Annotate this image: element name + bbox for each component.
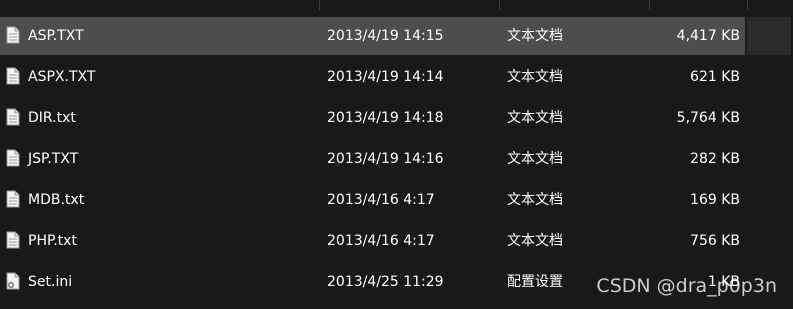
file-name[interactable]: JSP.TXT xyxy=(28,140,78,178)
text-file-icon xyxy=(6,26,20,44)
watermark: CSDN @dra_p0p3n xyxy=(596,275,777,297)
file-size: 5,764 KB xyxy=(676,110,740,126)
column-separator[interactable] xyxy=(649,0,650,10)
file-size: 282 KB xyxy=(690,151,740,167)
file-date: 2013/4/16 4:17 xyxy=(327,192,435,208)
column-separator[interactable] xyxy=(499,0,500,10)
file-size: 621 KB xyxy=(690,69,740,85)
column-separator[interactable] xyxy=(319,0,320,10)
column-header-strip xyxy=(0,0,793,10)
file-row[interactable]: PHP.txt 2013/4/16 4:17 文本文档 756 KB xyxy=(0,222,745,260)
file-row[interactable]: ASPX.TXT 2013/4/19 14:14 文本文档 621 KB xyxy=(0,58,745,96)
file-type: 文本文档 xyxy=(507,192,563,208)
file-type: 文本文档 xyxy=(507,28,563,44)
column-separator[interactable] xyxy=(747,0,748,10)
selected-row-tail xyxy=(747,17,791,55)
text-file-icon xyxy=(6,231,20,249)
file-date: 2013/4/19 14:15 xyxy=(327,28,444,44)
file-size: 4,417 KB xyxy=(676,28,740,44)
file-name[interactable]: Set.ini xyxy=(28,263,72,301)
text-file-icon xyxy=(6,190,20,208)
file-type: 文本文档 xyxy=(507,69,563,85)
file-name[interactable]: ASP.TXT xyxy=(28,17,84,55)
file-date: 2013/4/25 11:29 xyxy=(327,274,444,290)
file-date: 2013/4/19 14:14 xyxy=(327,69,444,85)
file-row[interactable]: JSP.TXT 2013/4/19 14:16 文本文档 282 KB xyxy=(0,140,745,178)
file-row[interactable]: DIR.txt 2013/4/19 14:18 文本文档 5,764 KB xyxy=(0,99,745,137)
file-type: 文本文档 xyxy=(507,233,563,249)
file-type: 配置设置 xyxy=(507,274,563,290)
text-file-icon xyxy=(6,149,20,167)
file-name[interactable]: MDB.txt xyxy=(28,181,84,219)
file-row[interactable]: ASP.TXT 2013/4/19 14:15 文本文档 4,417 KB xyxy=(0,17,745,55)
file-type: 文本文档 xyxy=(507,151,563,167)
file-type: 文本文档 xyxy=(507,110,563,126)
file-size: 756 KB xyxy=(690,233,740,249)
config-file-icon xyxy=(6,272,20,290)
text-file-icon xyxy=(6,108,20,126)
file-row[interactable]: MDB.txt 2013/4/16 4:17 文本文档 169 KB xyxy=(0,181,745,219)
text-file-icon xyxy=(6,67,20,85)
file-date: 2013/4/19 14:16 xyxy=(327,151,444,167)
file-size: 169 KB xyxy=(690,192,740,208)
file-date: 2013/4/16 4:17 xyxy=(327,233,435,249)
file-name[interactable]: DIR.txt xyxy=(28,99,76,137)
file-name[interactable]: ASPX.TXT xyxy=(28,58,95,96)
file-name[interactable]: PHP.txt xyxy=(28,222,77,260)
file-date: 2013/4/19 14:18 xyxy=(327,110,444,126)
